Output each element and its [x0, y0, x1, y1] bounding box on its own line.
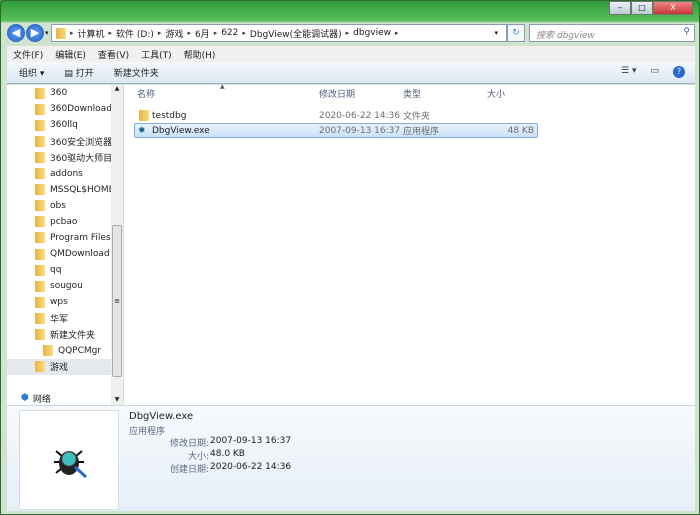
open-icon: ▤ — [64, 69, 76, 79]
folder-icon — [35, 361, 45, 373]
nav-item[interactable]: 360 — [7, 85, 111, 101]
nav-scrollbar[interactable]: ▲ ≡ ▼ — [111, 85, 123, 405]
nav-item[interactable]: 新建文件夹 — [7, 327, 111, 343]
column-header-date[interactable]: 修改日期 — [319, 87, 355, 103]
crumb[interactable]: 6月 — [195, 27, 210, 40]
nav-item[interactable]: MSSQL$HOME — [7, 182, 111, 198]
nav-item[interactable]: wps — [7, 294, 111, 310]
folder-icon — [35, 119, 45, 131]
details-size: 48.0 KB — [210, 449, 245, 459]
crumb[interactable]: 计算机 — [78, 27, 105, 40]
search-icon[interactable]: ⚲ — [683, 27, 690, 37]
folder-icon — [139, 110, 149, 121]
folder-icon — [35, 135, 45, 147]
menu-bar: 文件(F) 编辑(E) 查看(V) 工具(T) 帮助(H) — [7, 46, 695, 62]
details-filetype: 应用程序 — [129, 427, 166, 437]
details-pane: DbgView.exe 应用程序 修改日期: 2007-09-13 16:37 … — [7, 405, 695, 511]
folder-icon — [35, 216, 45, 228]
maximize-button[interactable]: □ — [631, 1, 653, 15]
nav-item[interactable]: 华军 — [7, 310, 111, 326]
folder-icon — [35, 103, 45, 115]
details-created: 2020-06-22 14:36 — [210, 462, 292, 472]
explorer-window: – □ X ◀ ▶ ▾ ▸ 计算机 ▸ 软件 (D:) ▸ 游戏 ▸ 6月 ▸ 622 ▸… — [0, 0, 700, 515]
back-button[interactable]: ◀ — [7, 24, 25, 42]
navigation-pane: ⬢网络 ▲ ≡ ▼ 360360Downloads360llq360安全浏览器下… — [7, 85, 123, 405]
crumb[interactable]: dbgview — [353, 28, 391, 38]
menu-edit[interactable]: 编辑(E) — [55, 48, 86, 61]
folder-icon — [35, 329, 45, 340]
refresh-button[interactable]: ↻ — [507, 24, 525, 42]
nav-item[interactable]: 360安全浏览器下 — [7, 133, 111, 149]
new-folder-button[interactable]: 新建文件夹 — [114, 66, 159, 79]
view-options-icon[interactable]: ☰ ▾ — [621, 66, 636, 78]
menu-view[interactable]: 查看(V) — [98, 48, 129, 61]
folder-icon — [43, 345, 53, 357]
file-row[interactable]: testdbg 2020-06-22 14:36 文件夹 — [134, 108, 538, 123]
column-header-name[interactable]: 名称 — [137, 87, 155, 103]
folder-icon — [35, 312, 45, 324]
bug-magnifier-icon — [54, 450, 88, 479]
nav-item[interactable]: 360llq — [7, 117, 111, 133]
folder-icon — [35, 151, 45, 163]
close-button[interactable]: X — [653, 1, 693, 15]
scroll-up-icon[interactable]: ▲ — [111, 85, 123, 92]
folder-icon — [35, 296, 45, 308]
folder-icon — [35, 280, 45, 292]
open-button[interactable]: ▤ 打开 — [64, 66, 93, 79]
nav-item[interactable]: pcbao — [7, 214, 111, 230]
column-header-type[interactable]: 类型 — [403, 87, 421, 103]
nav-item[interactable]: 360Downloads — [7, 101, 111, 117]
command-bar: 组织 ▾ ▤ 打开 新建文件夹 ☰ ▾ ▭ ? — [7, 62, 695, 84]
folder-icon — [35, 184, 45, 196]
details-filename: DbgView.exe — [129, 411, 194, 422]
nav-item[interactable]: addons — [7, 166, 111, 182]
sort-arrow-icon: ▲ — [220, 83, 225, 90]
nav-item[interactable]: qq — [7, 262, 111, 278]
menu-file[interactable]: 文件(F) — [13, 48, 43, 61]
minimize-button[interactable]: – — [609, 1, 631, 15]
forward-button[interactable]: ▶ — [26, 24, 44, 42]
folder-icon — [56, 28, 66, 39]
recent-dropdown-icon[interactable]: ▾ — [45, 29, 49, 37]
crumb[interactable]: 软件 (D:) — [116, 27, 154, 40]
nav-item[interactable]: 360驱动大师目录 — [7, 149, 111, 165]
nav-item[interactable]: obs — [7, 198, 111, 214]
nav-item[interactable]: Program Files ( — [7, 230, 111, 246]
scroll-thumb[interactable]: ≡ — [112, 225, 122, 377]
nav-item[interactable]: QMDownload — [7, 246, 111, 262]
file-list: 名称 ▲ 修改日期 类型 大小 testdbg 2020-06-22 14:36… — [124, 83, 695, 405]
details-modified: 2007-09-13 16:37 — [210, 436, 292, 446]
nav-item[interactable]: QQPCMgr — [7, 343, 111, 359]
window-controls: – □ X — [609, 1, 693, 15]
dbgview-icon: ✹ — [138, 125, 146, 136]
file-row[interactable]: ✹ DbgView.exe 2007-09-13 16:37 应用程序 48 K… — [134, 123, 538, 138]
help-icon[interactable]: ? — [673, 66, 685, 78]
organize-button[interactable]: 组织 ▾ — [19, 66, 44, 79]
nav-item-network[interactable]: ⬢ 网络 — [7, 390, 111, 406]
folder-icon — [35, 87, 45, 99]
address-bar-row: ◀ ▶ ▾ ▸ 计算机 ▸ 软件 (D:) ▸ 游戏 ▸ 6月 ▸ 622 ▸ DbgVie… — [7, 23, 695, 43]
folder-icon — [35, 248, 45, 260]
crumb[interactable]: DbgView(全能调试器) — [250, 27, 342, 40]
folder-icon — [35, 200, 45, 212]
menu-tools[interactable]: 工具(T) — [141, 48, 172, 61]
folder-icon — [35, 168, 45, 179]
file-thumbnail — [19, 410, 119, 510]
menu-help[interactable]: 帮助(H) — [184, 48, 216, 61]
crumb[interactable]: 622 — [221, 28, 238, 38]
breadcrumb[interactable]: ▸ 计算机 ▸ 软件 (D:) ▸ 游戏 ▸ 6月 ▸ 622 ▸ DbgView(全能调试… — [51, 24, 507, 42]
address-dropdown-icon[interactable]: ▾ — [494, 29, 498, 37]
preview-pane-icon[interactable]: ▭ — [650, 66, 659, 78]
folder-icon — [35, 232, 45, 244]
crumb[interactable]: 游戏 — [165, 27, 183, 40]
search-input[interactable]: 搜索 dbgview ⚲ — [529, 24, 695, 42]
nav-item[interactable]: 游戏 — [7, 358, 111, 375]
scroll-down-icon[interactable]: ▼ — [111, 396, 123, 403]
column-header-size[interactable]: 大小 — [487, 87, 505, 103]
nav-item[interactable]: sougou — [7, 278, 111, 294]
folder-icon — [35, 264, 45, 276]
network-icon: ⬢ — [21, 393, 29, 403]
